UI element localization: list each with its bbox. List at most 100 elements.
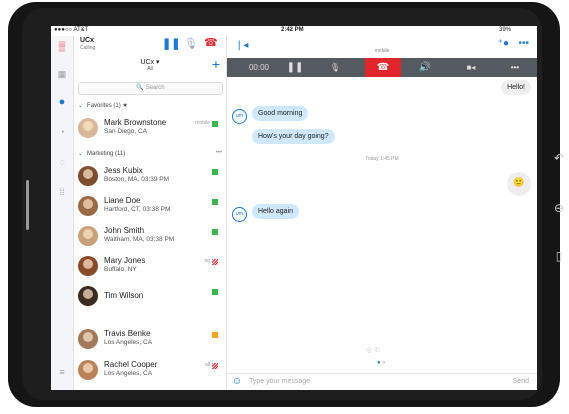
presence-icon	[212, 229, 218, 235]
contact-location: Hartford, CT, 03:38 PM	[104, 206, 171, 213]
presence-icon	[212, 121, 218, 127]
logout-icon[interactable]: ⊖	[549, 198, 569, 218]
contact-row[interactable]: Liane Doe Hartford, CT, 03:38 PM	[74, 193, 226, 223]
more-options-icon[interactable]: •••	[518, 38, 529, 49]
menu-icon[interactable]: ≡	[56, 366, 68, 378]
add-person-icon[interactable]: ⁺●	[498, 38, 509, 49]
active-call-header[interactable]: UCx Calling ❚❚ 🎙 ☎	[74, 36, 226, 54]
contact-name: Rachel Cooper	[104, 360, 158, 369]
home-button[interactable]	[26, 180, 29, 230]
list-title: UCx ▾	[140, 59, 160, 66]
mute-icon[interactable]: 🎙	[184, 37, 198, 50]
back-icon[interactable]: ↶	[549, 148, 569, 168]
avatar	[78, 226, 98, 246]
chevron-down-icon: ⌄	[78, 103, 84, 109]
dialpad-icon[interactable]: ⁞⁞	[56, 186, 68, 198]
avatar	[78, 256, 98, 276]
contact-row[interactable]: Rachel Cooper Los Angeles, CA all	[74, 357, 226, 387]
contact-row[interactable]: Mary Jones Buffalo, NY ng	[74, 253, 226, 283]
app-screen: ●●●○○ AT&T 2:42 PM 39% ▒ ▦ ● ◔ ◌ ⁞⁞ ≡ UC…	[51, 26, 537, 390]
contact-meta: all	[204, 362, 210, 368]
contact-location: Los Angeles, CA	[104, 339, 153, 346]
chat-header: ❘◂ mobile ⁺● •••	[227, 36, 537, 58]
contact-name: Travis Benke	[104, 329, 151, 338]
send-button[interactable]: Send	[513, 378, 529, 385]
contact-meta: ng	[204, 258, 210, 264]
sender-avatar: um	[232, 207, 247, 222]
message-timestamp: Today 1:45 PM	[365, 156, 399, 162]
presence-icon	[212, 289, 218, 295]
call-state: Calling	[80, 45, 96, 51]
chat-pane: ❘◂ mobile ⁺● ••• 00:00 ❚❚ 🎙 ☎ 🔊 ■◂ ••• H…	[227, 36, 537, 390]
favorites-label: Favorites (1) ★	[87, 103, 128, 109]
contact-location: Boston, MA, 03:39 PM	[104, 176, 170, 183]
dialpad-side-icon[interactable]: ▯	[549, 246, 569, 266]
chat-icon[interactable]: ◌	[56, 156, 68, 168]
call-name: UCx	[80, 37, 95, 44]
avatar	[78, 166, 98, 186]
avatar	[78, 286, 98, 306]
contact-name: Liane Doe	[104, 196, 141, 205]
avatar	[78, 118, 98, 138]
add-contact-button[interactable]: +	[212, 56, 220, 72]
contact-meta: mobile	[195, 120, 210, 126]
incoming-message: How's your day going?	[252, 129, 335, 144]
incoming-message: Hello again	[252, 204, 300, 219]
status-bar: ●●●○○ AT&T 2:42 PM 39%	[51, 26, 537, 36]
video-icon[interactable]: ■◂	[459, 58, 483, 77]
sender-avatar: um	[232, 109, 247, 124]
marketing-label: Marketing (11)	[87, 151, 126, 157]
contact-location: Buffalo, NY	[104, 266, 137, 273]
speaker-icon[interactable]: 🔊	[413, 58, 437, 77]
outgoing-message: Hello!	[501, 80, 531, 95]
hold-icon[interactable]: ❚❚	[283, 58, 307, 77]
clock: 2:42 PM	[281, 27, 304, 33]
chevron-down-icon: ⌄	[78, 151, 84, 157]
message-input[interactable]: Type your message	[249, 378, 310, 385]
page-dots: ● ●	[377, 360, 386, 366]
incoming-message: Good morning	[252, 106, 309, 121]
list-filter: All	[147, 66, 153, 72]
presence-icon	[212, 259, 218, 265]
avatar	[78, 196, 98, 216]
hangup-icon[interactable]: ☎	[204, 36, 218, 49]
more-icon[interactable]: •••	[216, 150, 222, 156]
presence-icon	[212, 199, 218, 205]
contact-location: San Diego, CA	[104, 128, 147, 135]
contact-list-pane: UCx Calling ❚❚ 🎙 ☎ UCx ▾ All + 🔍 Search …	[74, 36, 227, 390]
contact-row[interactable]: Travis Benke Los Angeles, CA	[74, 326, 226, 356]
attachment-icons[interactable]: ◎ ✆	[366, 346, 380, 354]
call-timer: 00:00	[248, 63, 270, 72]
list-header[interactable]: UCx ▾ All	[74, 58, 226, 76]
search-placeholder: Search	[145, 85, 165, 91]
contact-row[interactable]: Mark Brownstone San Diego, CA mobile	[74, 115, 226, 145]
presence-icon	[212, 332, 218, 338]
contact-name: John Smith	[104, 226, 145, 235]
message-composer: ☺ Type your message Send	[227, 373, 537, 390]
contact-location: Waltham, MA, 03:38 PM	[104, 236, 175, 243]
mute-mic-icon[interactable]: 🎙	[323, 58, 347, 77]
contacts-icon[interactable]: ●	[56, 96, 68, 108]
end-call-button[interactable]: ☎	[365, 58, 401, 77]
marketing-group-header[interactable]: ⌄ Marketing (11) •••	[78, 150, 222, 157]
carrier-label: ●●●○○ AT&T	[54, 27, 89, 33]
contact-row[interactable]: John Smith Waltham, MA, 03:38 PM	[74, 223, 226, 253]
emoji-icon[interactable]: ☺	[232, 376, 242, 387]
contact-name: Mark Brownstone	[104, 118, 167, 127]
contact-name: Jess Kubix	[104, 166, 143, 175]
favorites-group-header[interactable]: ⌄ Favorites (1) ★	[78, 102, 128, 109]
call-control-bar: 00:00 ❚❚ 🎙 ☎ 🔊 ■◂ •••	[227, 58, 537, 77]
contact-row[interactable]: Jess Kubix Boston, MA, 03:39 PM	[74, 163, 226, 193]
avatar	[78, 360, 98, 380]
grid-icon[interactable]: ▦	[56, 68, 68, 80]
call-device: mobile	[374, 48, 390, 54]
emoji-message: 🙂	[507, 172, 531, 196]
contact-name: Mary Jones	[104, 256, 146, 265]
contact-location: Los Angeles, CA	[104, 370, 153, 377]
history-icon[interactable]: ◔	[56, 126, 68, 138]
contact-row[interactable]: Tim Wilson	[74, 283, 226, 313]
presence-icon	[212, 363, 218, 369]
pause-icon[interactable]: ❚❚	[162, 37, 180, 50]
call-more-icon[interactable]: •••	[503, 58, 527, 77]
search-input[interactable]: 🔍 Search	[78, 82, 223, 95]
